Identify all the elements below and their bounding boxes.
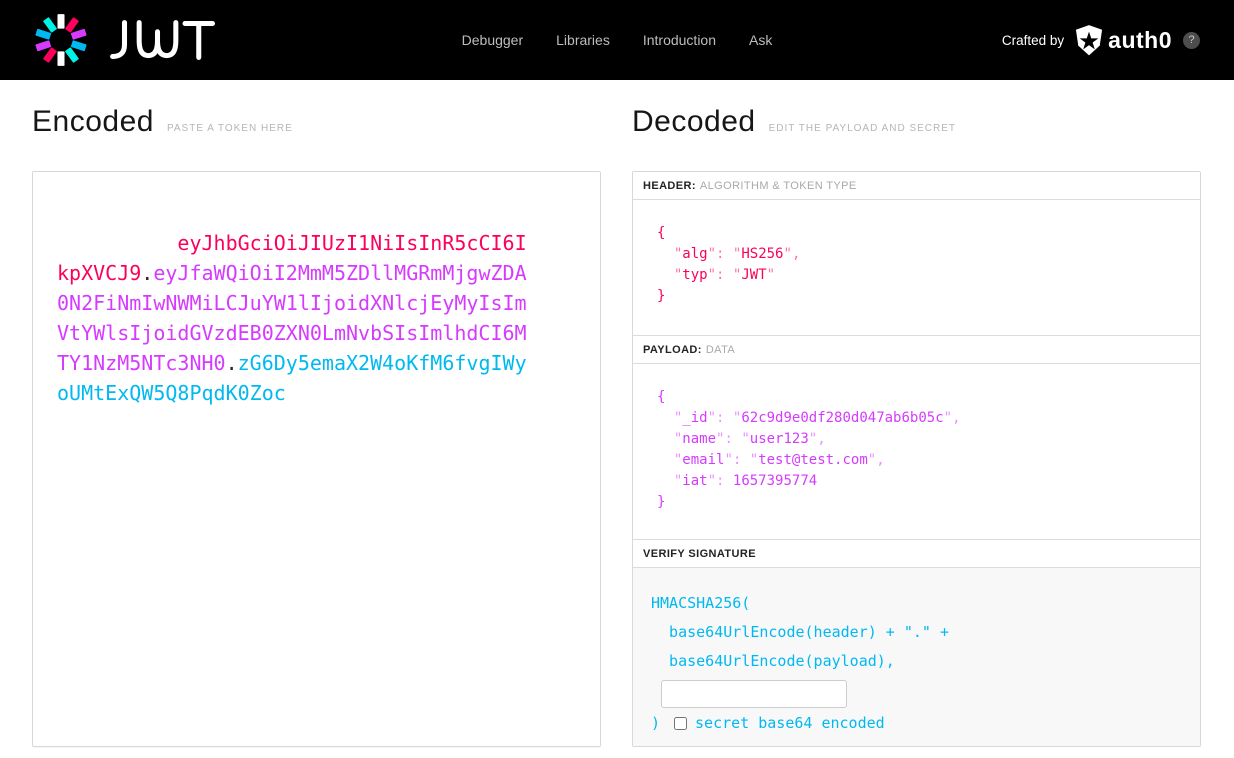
- payload-label: PAYLOAD:: [643, 344, 702, 356]
- navbar: Debugger Libraries Introduction Ask Craf…: [0, 0, 1234, 80]
- encoded-token-editor[interactable]: eyJhbGciOiJIUzI1NiIsInR5cCI6IkpXVCJ9.eyJ…: [32, 171, 601, 747]
- payload-section-label: PAYLOAD: DATA: [633, 336, 1200, 364]
- payload-json-text: { "_id": "62c9d9e0df280d047ab6b05c", "na…: [657, 389, 961, 510]
- closing-paren-text: ): [651, 714, 661, 732]
- nav-links: Debugger Libraries Introduction Ask: [462, 32, 773, 48]
- token-separator-dot: .: [225, 351, 238, 375]
- jwt-wordmark: [110, 20, 216, 60]
- verify-signature-box: HMACSHA256( base64UrlEncode(header) + ".…: [633, 568, 1200, 746]
- decoded-subtitle: EDIT THE PAYLOAD AND SECRET: [768, 123, 957, 134]
- nav-right: Crafted by auth0 ?: [1001, 24, 1200, 56]
- jwt-token-text: eyJhbGciOiJIUzI1NiIsInR5cCI6IkpXVCJ9.eyJ…: [33, 172, 529, 438]
- encoded-title: Encoded: [32, 105, 154, 138]
- decoded-title: Decoded: [632, 105, 756, 138]
- secret-input[interactable]: [661, 680, 847, 708]
- crafted-by-label: Crafted by: [1001, 32, 1065, 48]
- payload-sublabel: DATA: [705, 344, 736, 356]
- auth0-shield-icon: [1076, 24, 1103, 55]
- secret-base64-label[interactable]: secret base64 encoded: [695, 714, 885, 732]
- nav-item-introduction[interactable]: Introduction: [643, 32, 716, 48]
- header-json-text: { "alg": "HS256", "typ": "JWT" }: [657, 225, 801, 304]
- secret-base64-checkbox[interactable]: [674, 716, 688, 730]
- header-sublabel: ALGORITHM & TOKEN TYPE: [699, 180, 857, 192]
- decoded-panel: HEADER: ALGORITHM & TOKEN TYPE { "alg": "…: [632, 171, 1201, 747]
- jwt-logo-link[interactable]: [34, 13, 218, 67]
- jwt-starburst-icon: [35, 14, 87, 66]
- header-json-editor[interactable]: { "alg": "HS256", "typ": "JWT" }: [633, 200, 1200, 336]
- verify-signature-label: VERIFY SIGNATURE: [643, 548, 756, 560]
- nav-item-debugger[interactable]: Debugger: [462, 32, 524, 48]
- auth0-logo-link[interactable]: auth0: [1075, 24, 1172, 56]
- nav-item-libraries[interactable]: Libraries: [556, 32, 610, 48]
- encoded-column: Encoded PASTE A TOKEN HERE eyJhbGciOiJIU…: [32, 80, 601, 747]
- encoded-subtitle: PASTE A TOKEN HERE: [166, 123, 293, 134]
- hmac-code-text: HMACSHA256( base64UrlEncode(header) + ".…: [651, 594, 950, 670]
- auth0-brand-label: auth0: [1108, 26, 1172, 53]
- payload-json-editor[interactable]: { "_id": "62c9d9e0df280d047ab6b05c", "na…: [633, 364, 1200, 540]
- verify-signature-section-label: VERIFY SIGNATURE: [633, 540, 1200, 568]
- main-content: Encoded PASTE A TOKEN HERE eyJhbGciOiJIU…: [0, 80, 1234, 747]
- decoded-column: Decoded EDIT THE PAYLOAD AND SECRET HEAD…: [632, 80, 1201, 747]
- token-separator-dot: .: [141, 261, 154, 285]
- nav-item-ask[interactable]: Ask: [749, 32, 772, 48]
- header-label: HEADER:: [643, 180, 696, 192]
- header-section-label: HEADER: ALGORITHM & TOKEN TYPE: [633, 172, 1200, 200]
- help-icon[interactable]: ?: [1183, 31, 1200, 49]
